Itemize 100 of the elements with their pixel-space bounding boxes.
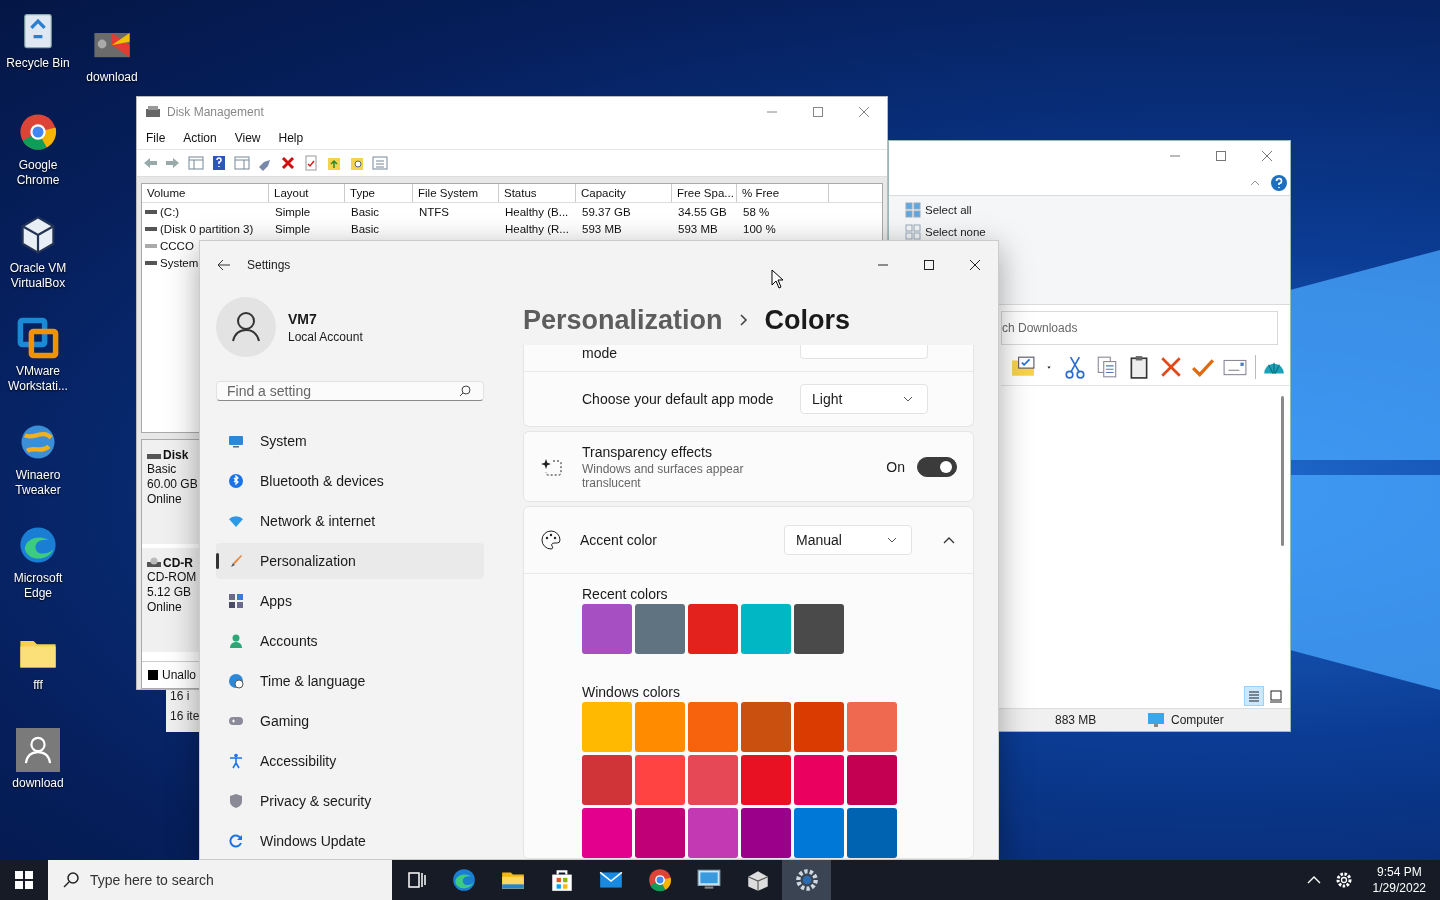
gear-icon[interactable] — [793, 867, 820, 893]
panel-icon[interactable] — [233, 155, 251, 171]
search-field[interactable]: Type here to search — [48, 860, 392, 900]
ribbon-command[interactable]: Select all — [905, 202, 1290, 218]
squares-icon[interactable] — [16, 316, 60, 360]
color-swatch[interactable] — [847, 755, 897, 805]
dropdown-field[interactable]: Manual — [784, 525, 912, 555]
folder-check-icon[interactable] — [1011, 355, 1035, 379]
details-view-button[interactable] — [1244, 686, 1264, 706]
clock[interactable]: 9:54 PM 1/29/2022 — [1366, 864, 1432, 896]
desktop-icon-label[interactable]: Recycle Bin — [6, 56, 70, 71]
column-header[interactable]: Volume — [142, 184, 269, 202]
column-header[interactable]: File System — [413, 184, 499, 202]
column-header[interactable]: Free Spa... — [672, 184, 737, 202]
delete-icon[interactable] — [1159, 355, 1183, 379]
color-swatch[interactable] — [741, 702, 791, 752]
list-icon[interactable] — [371, 155, 389, 171]
nav-item[interactable]: Gaming — [216, 703, 484, 739]
color-swatch[interactable] — [582, 808, 632, 858]
settings-icon[interactable] — [1334, 871, 1353, 889]
nav-item[interactable]: Accounts — [216, 623, 484, 659]
person-icon[interactable] — [16, 728, 60, 772]
edge-icon[interactable] — [450, 867, 477, 893]
table-cell-text: 59.37 GB — [581, 205, 632, 218]
color-swatch[interactable] — [794, 808, 844, 858]
column-header[interactable]: Type — [345, 184, 413, 202]
folder-up-icon[interactable] — [325, 155, 343, 171]
color-swatch[interactable] — [582, 702, 632, 752]
chrome-icon[interactable] — [646, 867, 673, 893]
nav-item[interactable]: Time & language — [216, 663, 484, 699]
desktop-icon-label[interactable]: Oracle VM VirtualBox — [2, 261, 74, 291]
desktop-icon-label[interactable]: fff — [33, 678, 43, 693]
section-label: Windows colors — [582, 684, 682, 700]
column-header[interactable]: Status — [499, 184, 576, 202]
ribbon-command[interactable]: Select none — [905, 224, 1290, 240]
copy-icon[interactable] — [1095, 355, 1119, 379]
color-swatch[interactable] — [688, 808, 738, 858]
menu-item[interactable]: File — [146, 131, 166, 145]
color-swatch[interactable] — [741, 604, 791, 654]
color-swatch[interactable] — [847, 808, 897, 858]
nav-item[interactable]: Network & internet — [216, 503, 484, 539]
dropdown-field[interactable] — [800, 345, 928, 359]
column-header[interactable]: Capacity — [576, 184, 672, 202]
color-swatch[interactable] — [688, 755, 738, 805]
desktop-icon-label[interactable]: VMware Workstati... — [2, 364, 74, 394]
menu-item[interactable]: Help — [278, 131, 304, 145]
color-swatch[interactable] — [794, 755, 844, 805]
delete-icon[interactable] — [279, 155, 297, 171]
taskbar-button[interactable] — [782, 860, 831, 900]
desktop-icon-label[interactable]: Winaero Tweaker — [2, 468, 74, 498]
color-swatch[interactable] — [741, 808, 791, 858]
task-view-icon[interactable] — [407, 870, 427, 890]
nav-item[interactable]: Apps — [216, 583, 484, 619]
caret-up-icon[interactable] — [1306, 876, 1321, 884]
column-header[interactable]: % Free — [737, 184, 829, 202]
color-swatch[interactable] — [635, 755, 685, 805]
breadcrumb-link[interactable]: Personalization — [523, 304, 723, 336]
column-header[interactable]: Layout — [269, 184, 345, 202]
color-swatch[interactable] — [794, 702, 844, 752]
checklist-icon[interactable] — [302, 155, 320, 171]
folder-search-icon[interactable] — [348, 155, 366, 171]
panel-icon[interactable] — [187, 155, 205, 171]
color-swatch[interactable] — [741, 755, 791, 805]
toggle-switch[interactable] — [917, 456, 957, 477]
dropdown-field[interactable]: Light — [800, 384, 928, 414]
windows-logo-icon[interactable] — [15, 871, 33, 889]
shell-icon[interactable] — [1255, 355, 1286, 379]
color-swatch[interactable] — [794, 604, 844, 654]
desktop-icon-label[interactable]: Google Chrome — [2, 158, 74, 188]
desktop-icon-label[interactable]: Microsoft Edge — [2, 571, 74, 601]
search-field[interactable]: ch Downloads — [1001, 311, 1278, 345]
nav-item[interactable]: Windows Update — [216, 823, 484, 859]
nav-item[interactable]: Bluetooth & devices — [216, 463, 484, 499]
desktop-icon-label[interactable]: download — [86, 70, 138, 85]
scissors-icon[interactable] — [1063, 355, 1087, 379]
nav-item[interactable]: System — [216, 423, 484, 459]
menu-item[interactable]: View — [234, 131, 261, 145]
color-swatch[interactable] — [688, 702, 738, 752]
color-swatch[interactable] — [847, 702, 897, 752]
color-swatch[interactable] — [635, 702, 685, 752]
scrollbar[interactable] — [1281, 396, 1284, 546]
help-icon[interactable] — [210, 155, 228, 171]
desktop-icon-label[interactable]: download — [12, 776, 64, 791]
color-swatch[interactable] — [635, 808, 685, 858]
menu-item[interactable]: Action — [183, 131, 217, 145]
chevron-up-icon[interactable] — [943, 536, 955, 544]
back-arrow-icon[interactable] — [217, 259, 231, 271]
collapse-caret-icon[interactable] — [1250, 180, 1260, 186]
color-swatch[interactable] — [635, 604, 685, 654]
search-field[interactable]: Find a setting — [216, 381, 484, 401]
color-swatch[interactable] — [582, 604, 632, 654]
color-swatch[interactable] — [688, 604, 738, 654]
help-icon[interactable] — [1270, 174, 1288, 192]
avatar-icon[interactable] — [216, 297, 276, 357]
color-swatch[interactable] — [582, 755, 632, 805]
mouse-cursor-icon — [771, 269, 785, 289]
nav-item[interactable]: Personalization — [216, 543, 484, 579]
nav-item[interactable]: Accessibility — [216, 743, 484, 779]
nav-item[interactable]: Privacy & security — [216, 783, 484, 819]
table-cell-text: Healthy (B... — [504, 205, 570, 218]
